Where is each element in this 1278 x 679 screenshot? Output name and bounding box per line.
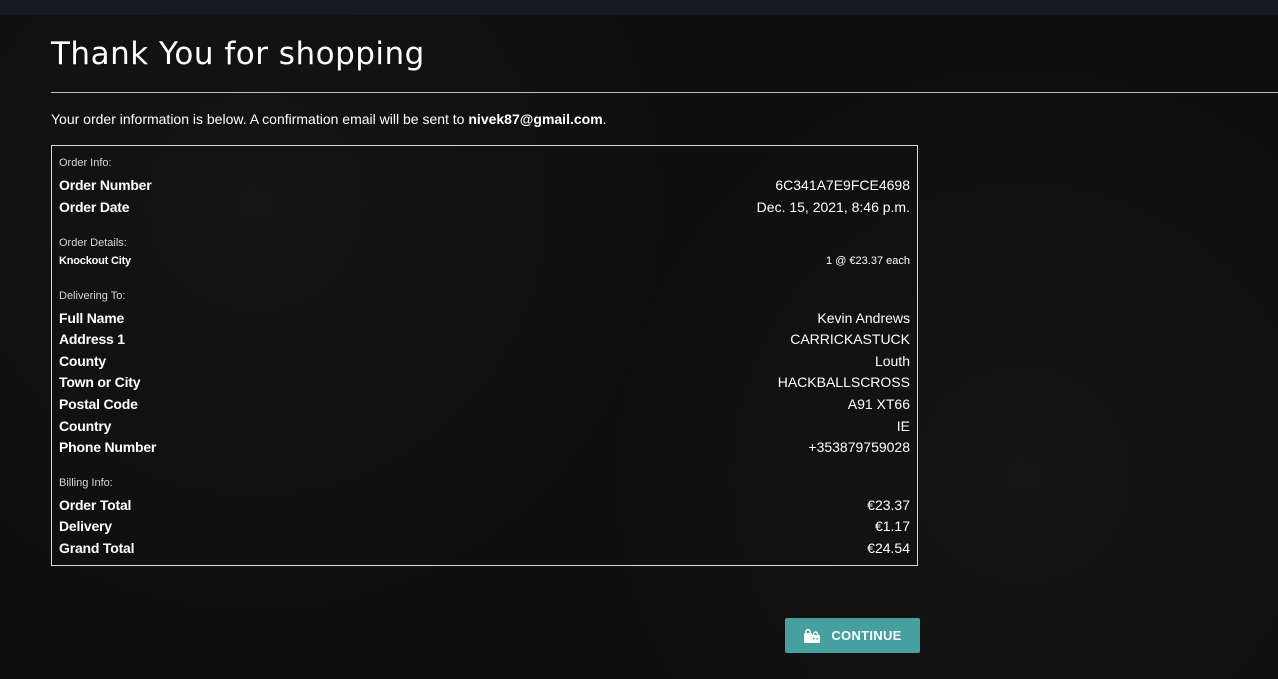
full-name-value: Kevin Andrews	[817, 310, 910, 326]
phone-label: Phone Number	[59, 439, 157, 455]
order-details-label: Order Details:	[59, 237, 127, 249]
grand-total-value: €24.54	[867, 540, 910, 556]
address1-row: Address 1 CARRICKASTUCK	[59, 331, 910, 347]
country-label: Country	[59, 418, 112, 434]
order-summary-box: Order Info: Order Number 6C341A7E9FCE469…	[51, 145, 918, 566]
postal-code-row: Postal Code A91 XT66	[59, 396, 910, 412]
county-row: County Louth	[59, 353, 910, 369]
delivery-cost-row: Delivery €1.17	[59, 518, 910, 534]
delivery-cost-label: Delivery	[59, 518, 112, 534]
confirmation-intro: Your order information is below. A confi…	[51, 110, 607, 128]
order-total-row: Order Total €23.37	[59, 497, 910, 513]
order-date-value: Dec. 15, 2021, 8:46 p.m.	[756, 199, 910, 215]
town-label: Town or City	[59, 374, 141, 390]
order-item-quantity-price: 1 @ €23.37 each	[826, 255, 910, 267]
delivery-cost-value: €1.17	[874, 518, 910, 534]
full-name-row: Full Name Kevin Andrews	[59, 310, 910, 326]
town-row: Town or City HACKBALLSCROSS	[59, 374, 910, 390]
top-navbar	[0, 0, 1278, 15]
phone-row: Phone Number +353879759028	[59, 439, 910, 455]
confirmation-email: nivek87@gmail.com	[468, 111, 603, 127]
delivering-to-label: Delivering To:	[59, 290, 126, 302]
shopping-bags-icon	[803, 628, 821, 643]
full-name-label: Full Name	[59, 310, 125, 326]
order-date-label: Order Date	[59, 199, 130, 215]
intro-suffix: .	[602, 111, 607, 127]
title-divider	[51, 92, 1278, 93]
order-total-label: Order Total	[59, 497, 132, 513]
address1-value: CARRICKASTUCK	[790, 331, 910, 347]
address1-label: Address 1	[59, 331, 125, 347]
grand-total-label: Grand Total	[59, 540, 135, 556]
continue-button[interactable]: CONTINUE	[785, 618, 920, 653]
billing-info-label: Billing Info:	[59, 477, 113, 489]
grand-total-row: Grand Total €24.54	[59, 540, 910, 556]
order-item-row: Knockout City 1 @ €23.37 each	[59, 255, 910, 267]
order-item-name: Knockout City	[59, 255, 131, 267]
country-value: IE	[896, 418, 910, 434]
county-value: Louth	[874, 353, 910, 369]
order-number-label: Order Number	[59, 177, 152, 193]
postal-code-label: Postal Code	[59, 396, 138, 412]
town-value: HACKBALLSCROSS	[777, 374, 910, 390]
order-number-value: 6C341A7E9FCE4698	[775, 177, 910, 193]
continue-button-label: CONTINUE	[831, 628, 902, 643]
country-row: Country IE	[59, 418, 910, 434]
order-number-row: Order Number 6C341A7E9FCE4698	[59, 177, 910, 193]
county-label: County	[59, 353, 107, 369]
order-info-label: Order Info:	[59, 157, 112, 169]
page: Thank You for shopping Your order inform…	[0, 0, 1278, 679]
order-date-row: Order Date Dec. 15, 2021, 8:46 p.m.	[59, 199, 910, 215]
postal-code-value: A91 XT66	[847, 396, 910, 412]
intro-text: Your order information is below. A confi…	[51, 111, 469, 127]
phone-value: +353879759028	[808, 439, 910, 455]
page-title: Thank You for shopping	[51, 36, 425, 72]
order-total-value: €23.37	[867, 497, 910, 513]
